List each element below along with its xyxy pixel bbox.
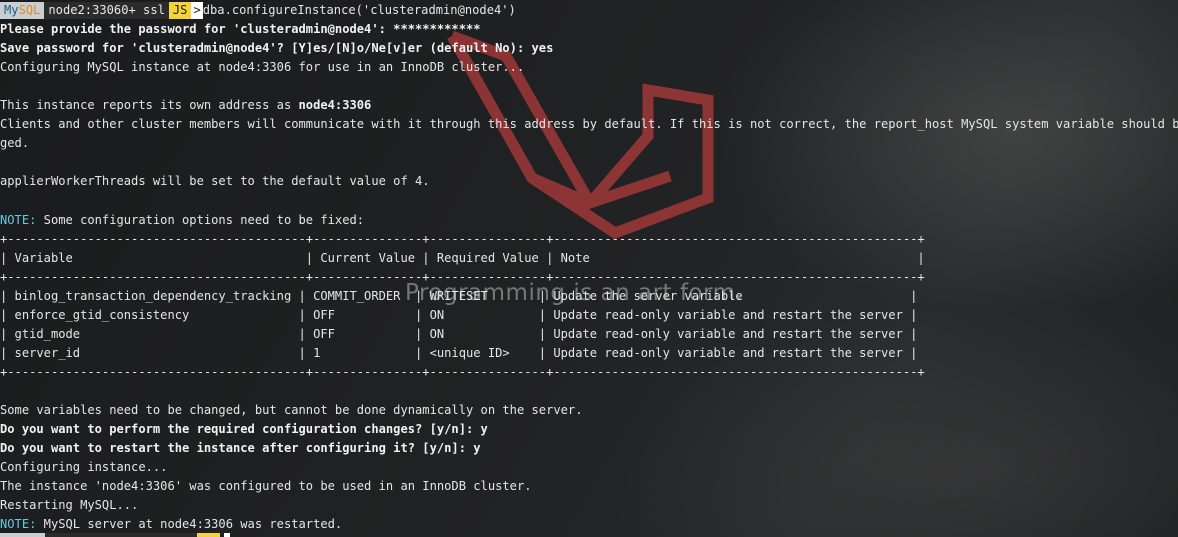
note-fix-message: NOTE: Some configuration options need to… [0, 212, 365, 227]
some-vars-message: Some variables need to be changed, but c… [0, 402, 583, 417]
perform-changes-prompt: Do you want to perform the required conf… [0, 422, 488, 437]
table-border: +---------------------------------------… [0, 269, 925, 284]
prompt-arrow-icon: > [191, 2, 203, 19]
prompt-line: MySQL node2:33060+ ssl JS > dba.configureIns… [0, 1, 1178, 20]
host-badge [45, 533, 197, 537]
table-border: +---------------------------------------… [0, 364, 925, 379]
terminal-window: { "prompt": { "my": "My", "sql": "SQL", … [0, 0, 1178, 537]
table-row: | enforce_gtid_consistency | OFF | ON | … [0, 307, 918, 322]
clients-message-wrap: ged. [0, 136, 30, 151]
table-header: | Variable | Current Value | Required Va… [0, 250, 925, 265]
js-mode-badge: JS [168, 2, 192, 19]
applier-message: applierWorkerThreads will be set to the … [0, 174, 430, 189]
table-row: | server_id | 1 | <unique ID> | Update r… [0, 345, 918, 360]
command-text: dba.configureInstance('clusteradmin@node… [202, 3, 516, 17]
host-badge: node2:33060+ ssl [44, 2, 169, 19]
configuring-message: Configuring MySQL instance at node4:3306… [0, 60, 525, 75]
table-border: +---------------------------------------… [0, 231, 925, 246]
next-prompt-line [0, 533, 230, 537]
js-mode-badge [196, 533, 221, 537]
terminal-output[interactable]: MySQL node2:33060+ ssl JS > dba.configureIns… [0, 1, 1178, 534]
mysql-badge: MySQL [0, 2, 45, 19]
clients-message: Clients and other cluster members will c… [0, 117, 1178, 132]
note-label: NOTE: [0, 212, 37, 227]
table-row: | binlog_transaction_dependency_tracking… [0, 288, 918, 303]
note-label: NOTE: [0, 517, 37, 532]
password-prompt: Please provide the password for 'cluster… [0, 22, 481, 37]
cursor-icon[interactable] [224, 533, 230, 537]
address-message: This instance reports its own address as… [0, 98, 372, 113]
table-row: | gtid_mode | OFF | ON | Update read-onl… [0, 326, 918, 341]
address-value: node4:3306 [298, 98, 372, 113]
mysql-badge [0, 533, 46, 537]
restarting-message: Restarting MySQL... [0, 498, 139, 513]
save-password-prompt: Save password for 'clusteradmin@node4'? … [0, 41, 554, 56]
restart-instance-prompt: Do you want to restart the instance afte… [0, 441, 481, 456]
configuring-instance-message: Configuring instance... [0, 460, 168, 475]
configured-message: The instance 'node4:3306' was configured… [0, 479, 532, 494]
note-restarted-message: NOTE: MySQL server at node4:3306 was res… [0, 517, 343, 532]
